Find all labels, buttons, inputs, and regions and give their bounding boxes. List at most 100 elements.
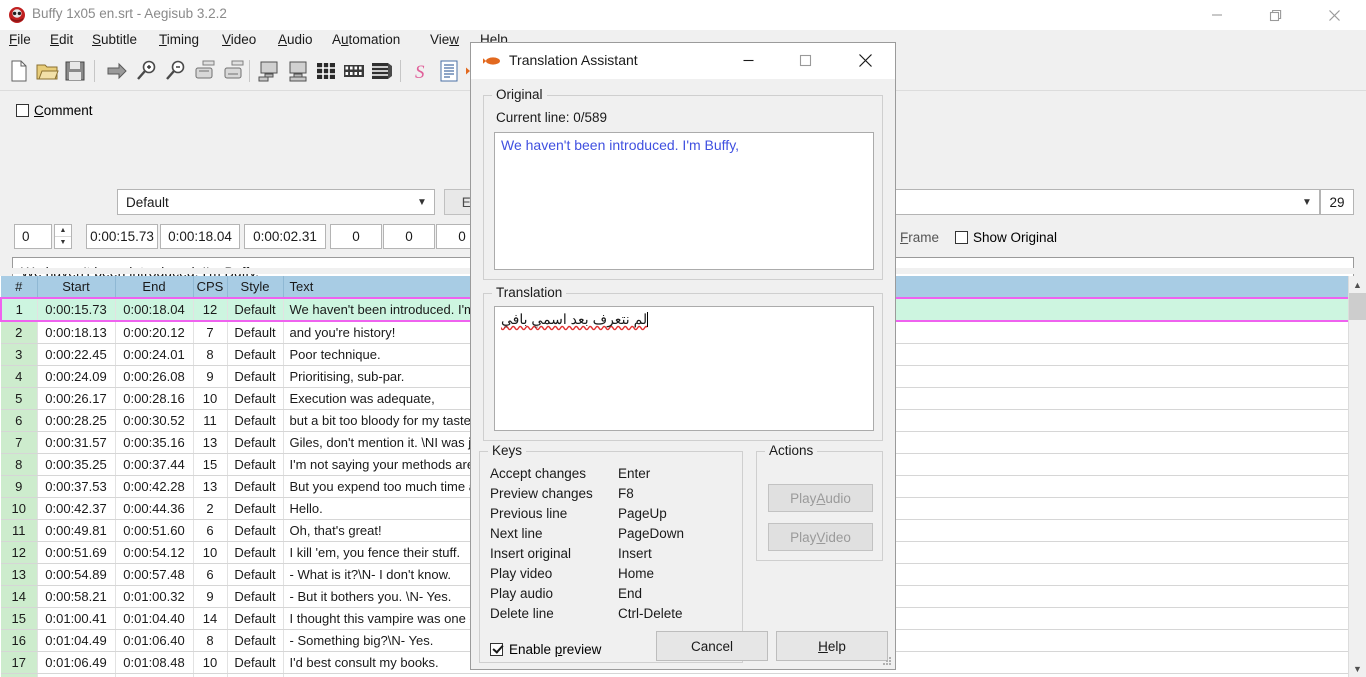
cell-style: Default	[227, 431, 284, 454]
comment-checkbox-box[interactable]	[16, 104, 29, 117]
key-binding-row: Play audio End	[490, 586, 730, 604]
resize-grip-icon[interactable]	[882, 656, 892, 666]
cell-start: 0:00:37.53	[37, 475, 116, 498]
enable-preview-checkbox[interactable]: Enable preview	[490, 642, 601, 657]
cell-cps: 11	[193, 673, 228, 677]
dialog-maximize-icon[interactable]	[783, 43, 828, 77]
scrollbar-thumb[interactable]	[1349, 293, 1366, 320]
key-shortcut-label: Ctrl-Delete	[618, 606, 683, 621]
maximize-icon[interactable]	[1252, 0, 1298, 30]
cell-end: 0:00:35.16	[115, 431, 194, 454]
col-header-number[interactable]: #	[1, 276, 38, 299]
video-details-icon[interactable]	[313, 58, 339, 84]
cell-cps: 14	[193, 607, 228, 630]
cell-number: 4	[1, 365, 38, 388]
table-row[interactable]: 180:01:12.130:01:14.4011Default"And ther…	[1, 673, 1351, 677]
layer-field[interactable]: 0	[14, 224, 52, 249]
cell-end: 0:00:26.08	[115, 365, 194, 388]
shift-times-back-icon[interactable]	[221, 58, 247, 84]
margin-right-field[interactable]: 0	[383, 224, 435, 249]
end-time-field[interactable]: 0:00:18.04	[160, 224, 240, 249]
key-action-label: Insert original	[490, 546, 572, 561]
cell-number: 9	[1, 475, 38, 498]
menu-timing[interactable]: Timing	[159, 32, 199, 50]
chevron-down-icon[interactable]: ▼	[1295, 197, 1319, 208]
shift-times-forward-icon[interactable]	[192, 58, 218, 84]
cell-cps: 9	[193, 365, 228, 388]
spinner-up-icon[interactable]: ▲	[55, 225, 71, 237]
enable-preview-checkbox-box[interactable]	[490, 643, 503, 656]
menu-edit[interactable]: Edit	[50, 32, 73, 50]
translation-input[interactable]: لم نتعرف بعد اسمي بافي	[494, 306, 874, 431]
show-original-checkbox[interactable]: Show Original	[955, 230, 1057, 245]
original-group: Original Current line: 0/589 We haven't …	[483, 87, 883, 280]
grid-vertical-scrollbar[interactable]: ▲ ▼	[1348, 276, 1366, 677]
cell-start: 0:00:51.69	[37, 541, 116, 564]
open-timecodes-icon[interactable]	[341, 58, 367, 84]
help-button[interactable]: Help	[776, 631, 888, 661]
new-subtitles-icon[interactable]	[6, 58, 32, 84]
key-binding-row: Insert original Insert	[490, 546, 730, 564]
col-header-end[interactable]: End	[115, 276, 194, 299]
zoom-in-icon[interactable]	[134, 58, 160, 84]
dialog-close-icon[interactable]	[843, 43, 888, 77]
zoom-out-icon[interactable]	[163, 58, 189, 84]
cell-number: 11	[1, 519, 38, 542]
save-subtitles-icon[interactable]	[62, 58, 88, 84]
cell-number: 13	[1, 563, 38, 586]
cell-cps: 9	[193, 585, 228, 608]
menu-file[interactable]: File	[9, 32, 31, 50]
col-header-cps[interactable]: CPS	[193, 276, 228, 299]
open-video-icon[interactable]	[256, 58, 282, 84]
original-text-box: We haven't been introduced. I'm Buffy,	[494, 132, 874, 270]
actor-dropdown[interactable]: ▼	[892, 189, 1320, 215]
menu-video[interactable]: Video	[222, 32, 256, 50]
open-keyframes-icon[interactable]	[369, 58, 395, 84]
cell-text: "And there will be a time of crisis.	[283, 673, 1351, 677]
comment-checkbox[interactable]: Comment	[16, 103, 93, 118]
key-binding-row: Accept changes Enter	[490, 466, 730, 484]
start-time-field[interactable]: 0:00:15.73	[86, 224, 158, 249]
duration-field[interactable]: 0:00:02.31	[244, 224, 326, 249]
menu-audio[interactable]: Audio	[278, 32, 313, 50]
minimize-icon[interactable]	[1194, 0, 1240, 30]
key-shortcut-label: Enter	[618, 466, 651, 481]
jump-to-icon[interactable]	[104, 58, 130, 84]
show-original-label: Show Original	[973, 230, 1058, 245]
cell-number: 16	[1, 629, 38, 652]
menu-view[interactable]: View	[430, 32, 459, 50]
menu-subtitle[interactable]: Subtitle	[92, 32, 137, 50]
spinner-down-icon[interactable]: ▼	[55, 237, 71, 248]
show-original-checkbox-box[interactable]	[955, 231, 968, 244]
close-icon[interactable]	[1311, 0, 1357, 30]
svg-text:S: S	[415, 62, 425, 83]
dialog-minimize-icon[interactable]	[726, 43, 771, 77]
cell-style: Default	[227, 519, 284, 542]
margin-left-field[interactable]: 0	[330, 224, 382, 249]
cell-start: 0:00:18.13	[37, 321, 116, 344]
style-dropdown[interactable]: Default ▼	[117, 189, 435, 215]
cell-end: 0:00:18.04	[115, 297, 194, 322]
cancel-button[interactable]: Cancel	[656, 631, 768, 661]
scroll-up-icon[interactable]: ▲	[1349, 276, 1366, 293]
cell-start: 0:00:58.21	[37, 585, 116, 608]
chevron-down-icon[interactable]: ▼	[410, 197, 434, 208]
translation-group: Translation لم نتعرف بعد اسمي بافي	[483, 285, 883, 441]
cell-start: 0:00:28.25	[37, 409, 116, 432]
layer-spinner[interactable]: ▲ ▼	[54, 224, 72, 249]
play-video-button[interactable]: Play Video	[768, 523, 873, 551]
open-subtitles-icon[interactable]	[34, 58, 60, 84]
close-video-icon[interactable]	[285, 58, 311, 84]
col-header-style[interactable]: Style	[227, 276, 284, 299]
cell-style: Default	[227, 365, 284, 388]
cell-end: 0:00:24.01	[115, 343, 194, 366]
play-audio-button[interactable]: Play Audio	[768, 484, 873, 512]
styles-manager-icon[interactable]	[436, 58, 462, 84]
title-bar: Buffy 1x05 en.srt - Aegisub 3.2.2	[0, 0, 1366, 31]
menu-automation[interactable]: Automation	[332, 32, 400, 50]
col-header-start[interactable]: Start	[37, 276, 116, 299]
spell-checker-icon[interactable]: S	[408, 58, 434, 84]
translation-assistant-dialog: Translation Assistant Original Current l…	[470, 42, 896, 670]
scroll-down-icon[interactable]: ▼	[1349, 660, 1366, 677]
key-action-label: Delete line	[490, 606, 554, 621]
